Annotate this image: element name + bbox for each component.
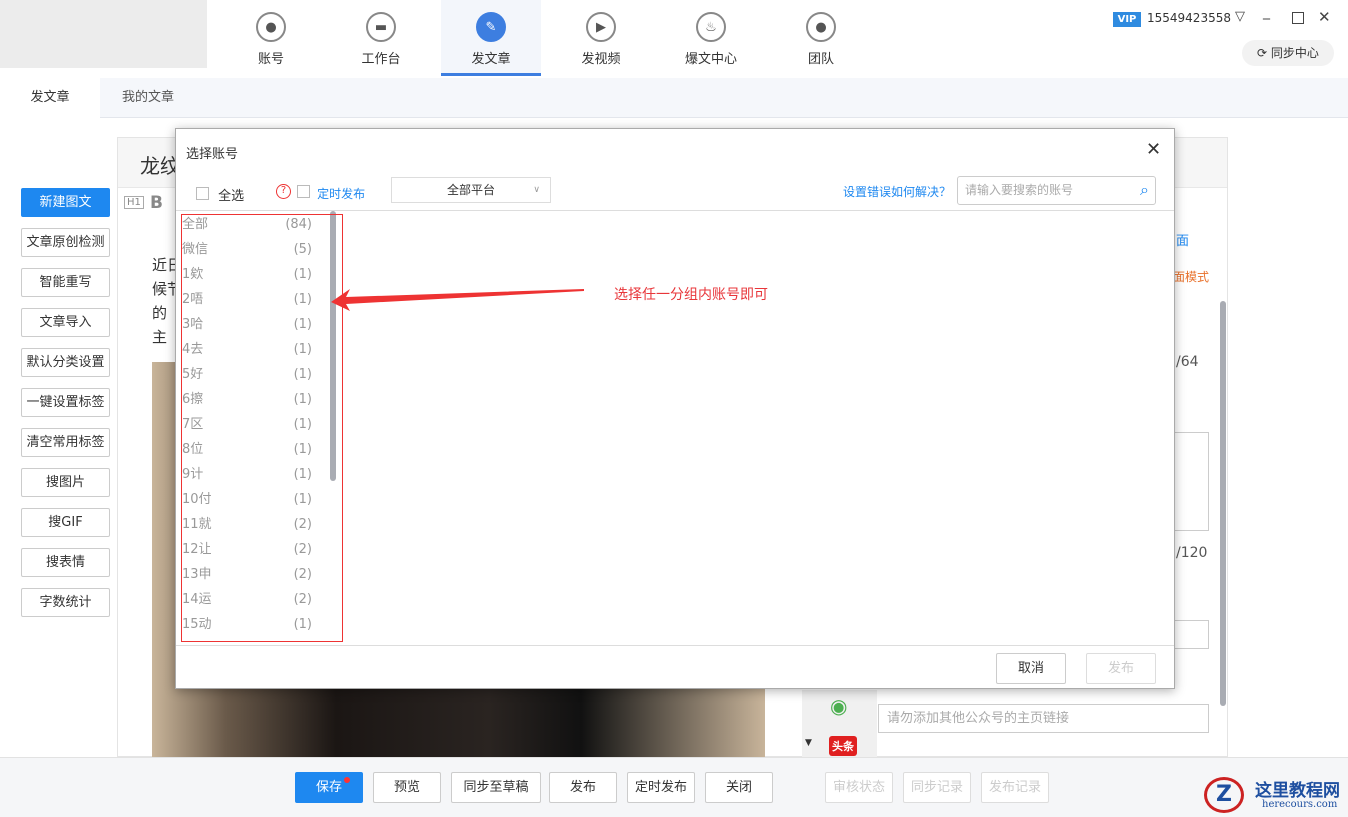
tool-button[interactable]: 清空常用标签 — [21, 428, 110, 457]
account-search-input[interactable]: 请输入要搜索的账号 ⌕ — [957, 176, 1156, 205]
team-icon: ● — [806, 12, 836, 42]
nav-item-3[interactable]: ▶ 发视频 — [551, 0, 651, 76]
app-logo-area — [0, 0, 207, 68]
dialog-title: 选择账号 — [186, 147, 239, 162]
dropdown-menu-icon[interactable]: ▽ — [1235, 9, 1245, 24]
fire-icon: ♨ — [696, 12, 726, 42]
publish-button[interactable]: 发布 — [1086, 653, 1156, 684]
bold-icon[interactable]: B — [150, 193, 163, 213]
nav-label: 工作台 — [361, 52, 401, 67]
monitor-icon: ▬ — [366, 12, 396, 42]
tab-publish-article[interactable]: 发文章 — [0, 78, 100, 118]
sync-center-label: 同步中心 — [1270, 46, 1319, 60]
tab-bar: 发文章 我的文章 — [0, 78, 1348, 118]
nav-item-4[interactable]: ♨ 爆文中心 — [661, 0, 761, 76]
nav-label: 发视频 — [581, 52, 621, 67]
tool-button[interactable]: 新建图文 — [21, 188, 110, 217]
select-all-label: 全选 — [218, 189, 245, 204]
summary-counter: /120 — [1176, 545, 1208, 561]
nav-item-1[interactable]: ▬ 工作台 — [331, 0, 431, 76]
tool-button[interactable]: 一键设置标签 — [21, 388, 110, 417]
close-button[interactable]: 关闭 — [705, 772, 773, 803]
annotation-arrow — [331, 289, 584, 311]
help-link[interactable]: 设置错误如何解决？ — [843, 183, 951, 200]
annotation-text: 选择任一分组内账号即可 — [614, 287, 768, 303]
title-counter: /64 — [1176, 354, 1199, 370]
tool-button[interactable]: 搜图片 — [21, 468, 110, 497]
tab-my-articles[interactable]: 我的文章 — [94, 78, 202, 118]
toutiao-icon[interactable]: 头条 — [829, 736, 857, 756]
annotation-highlight-box — [181, 214, 343, 642]
platform-icons: ◉ 头条 ▼ — [802, 690, 877, 758]
platform-select[interactable]: 全部平台 ∨ — [391, 177, 551, 203]
tool-button[interactable]: 默认分类设置 — [21, 348, 110, 377]
cancel-button[interactable]: 取消 — [996, 653, 1066, 684]
user-phone[interactable]: 15549423558 — [1147, 11, 1231, 25]
sync-record-button[interactable]: 同步记录 — [903, 772, 971, 803]
cover-mode-link[interactable]: 面模式 — [1173, 268, 1209, 285]
tool-button[interactable]: 文章原创检测 — [21, 228, 110, 257]
save-button[interactable]: 保存 — [295, 772, 363, 803]
bottom-toolbar: 保存 预览 同步至草稿 发布 定时发布 关闭 审核状态 同步记录 发布记录 — [0, 757, 1348, 817]
video-icon: ▶ — [586, 12, 616, 42]
select-all-checkbox[interactable]: 全选 — [196, 185, 244, 204]
tool-button[interactable]: 字数统计 — [21, 588, 110, 617]
nav-label: 发文章 — [471, 52, 511, 67]
search-icon[interactable]: ⌕ — [1140, 176, 1149, 203]
vip-badge: VIP — [1113, 12, 1141, 27]
timed-publish-label: 定时发布 — [317, 187, 366, 201]
tool-button[interactable]: 搜表情 — [21, 548, 110, 577]
maximize-icon[interactable] — [1292, 12, 1304, 24]
checkbox[interactable] — [196, 187, 209, 200]
close-icon[interactable]: ✕ — [1146, 139, 1161, 160]
unsaved-dot — [344, 777, 350, 783]
tool-button[interactable]: 智能重写 — [21, 268, 110, 297]
sync-draft-button[interactable]: 同步至草稿 — [451, 772, 541, 803]
close-window-icon[interactable]: ✕ — [1318, 8, 1331, 26]
homepage-link-input[interactable]: 请勿添加其他公众号的主页链接 — [878, 704, 1209, 733]
nav-item-0[interactable]: ● 账号 — [221, 0, 321, 76]
chevron-down-icon: ∨ — [533, 185, 540, 195]
user-icon: ● — [256, 12, 286, 42]
nav-label: 账号 — [257, 52, 284, 67]
nav-label: 团队 — [807, 52, 834, 67]
panel-scrollbar[interactable] — [1220, 301, 1226, 706]
nav-label: 爆文中心 — [684, 52, 737, 67]
sync-icon: ⟳ — [1257, 46, 1271, 60]
article-title[interactable]: 龙纹 — [140, 150, 180, 179]
scroll-down-arrow-icon[interactable]: ▼ — [805, 738, 812, 748]
sync-center-button[interactable]: ⟳ 同步中心 — [1242, 40, 1334, 66]
help-icon[interactable]: ? — [276, 184, 291, 199]
publish-record-button[interactable]: 发布记录 — [981, 772, 1049, 803]
tool-button[interactable]: 文章导入 — [21, 308, 110, 337]
publish-button[interactable]: 发布 — [549, 772, 617, 803]
feather-icon: ✎ — [476, 12, 506, 42]
timed-publish-checkbox[interactable]: 定时发布 — [297, 185, 365, 202]
heading-icon[interactable]: H1 — [124, 196, 144, 209]
timed-publish-button[interactable]: 定时发布 — [627, 772, 695, 803]
preview-button[interactable]: 预览 — [373, 772, 441, 803]
tool-button[interactable]: 搜GIF — [21, 508, 110, 537]
watermark-logo-icon: Z — [1204, 777, 1244, 813]
review-status-button[interactable]: 审核状态 — [825, 772, 893, 803]
select-account-dialog: 选择账号 ✕ 全选 ? 定时发布 全部平台 ∨ 设置错误如何解决？ 请输入要搜索的… — [175, 128, 1175, 689]
checkbox[interactable] — [297, 185, 310, 198]
nav-item-2[interactable]: ✎ 发文章 — [441, 0, 541, 76]
cover-link[interactable]: 面 — [1176, 230, 1189, 249]
watermark: Z 这里教程网 herecours.com — [1200, 775, 1348, 817]
minimize-icon[interactable]: _ — [1263, 4, 1270, 20]
nav-item-5[interactable]: ● 团队 — [771, 0, 871, 76]
platform-eye-icon[interactable]: ◉ — [830, 694, 847, 718]
